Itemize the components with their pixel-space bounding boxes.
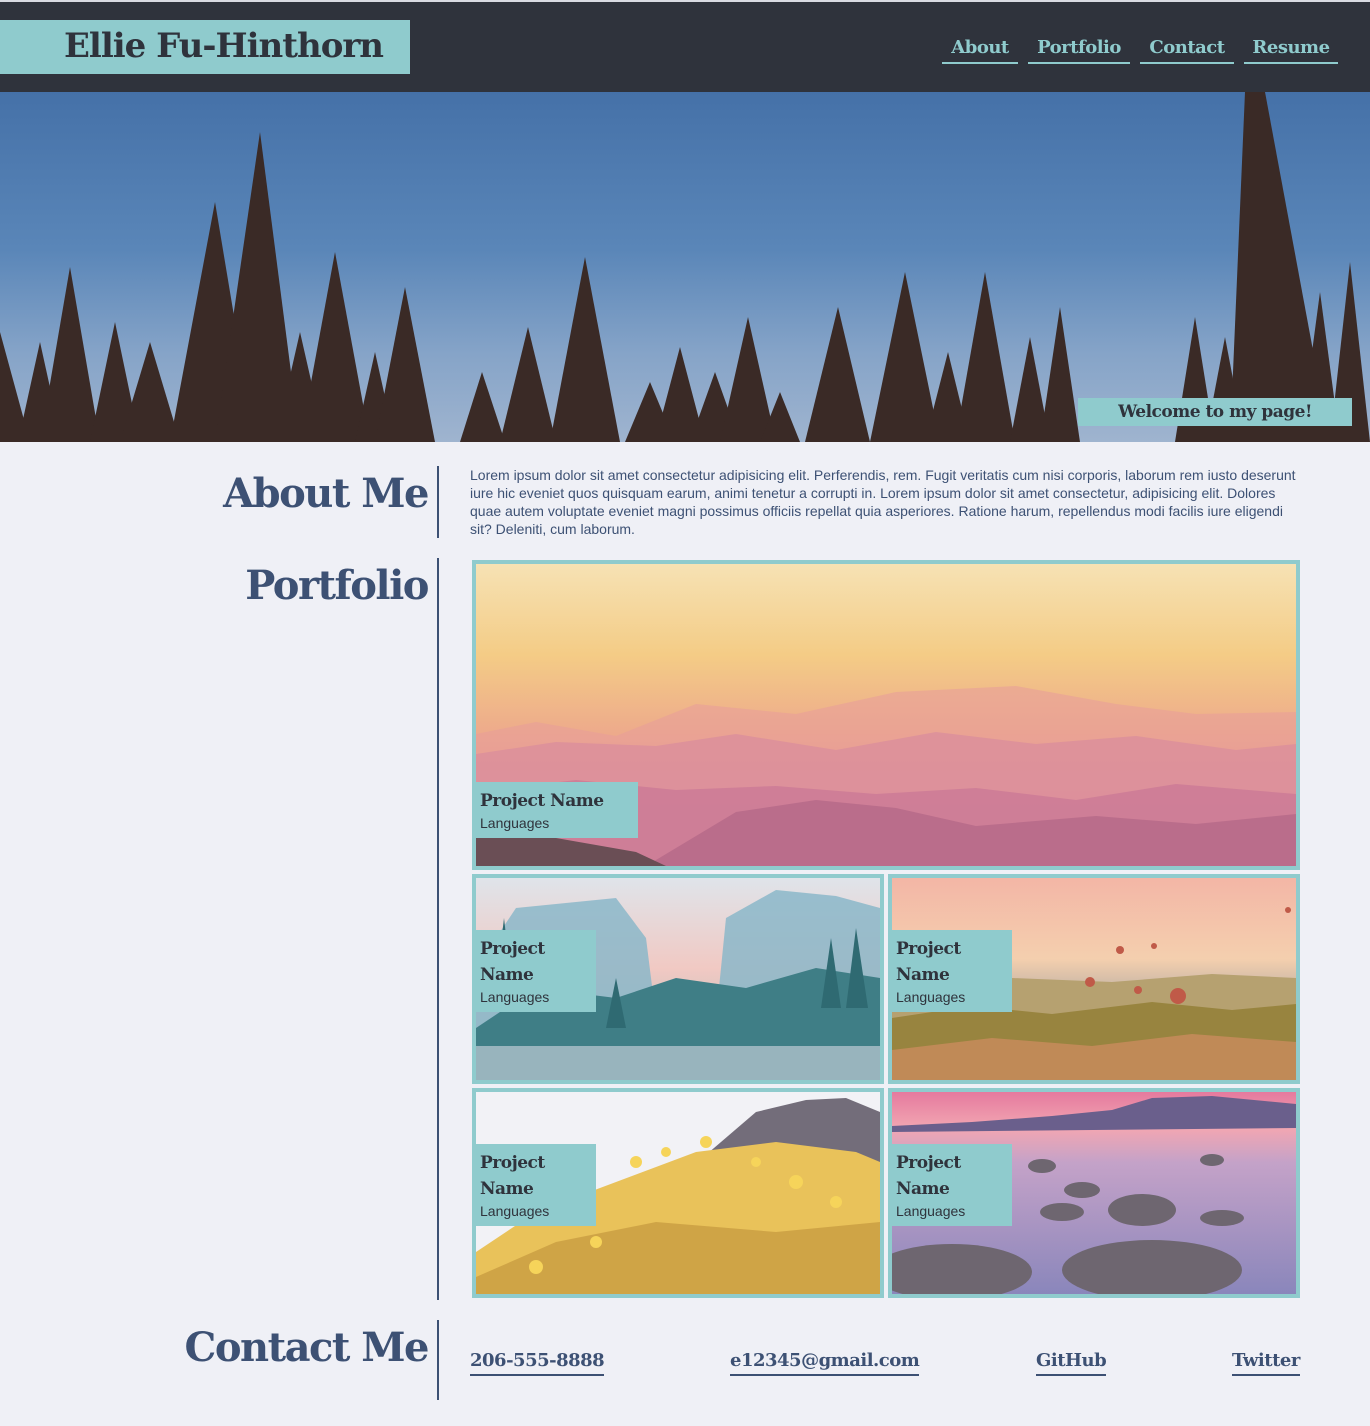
contact-phone-link[interactable]: 206-555-8888 [470, 1350, 605, 1376]
portfolio-divider [437, 558, 439, 1300]
project-name: Project Name [896, 1153, 961, 1199]
project-name: Project Name [480, 939, 545, 985]
nav-link-portfolio[interactable]: Portfolio [1028, 36, 1130, 64]
welcome-banner: Welcome to my page! [1078, 398, 1352, 426]
project-name: Project Name [480, 1153, 545, 1199]
project-name: Project Name [896, 939, 961, 985]
project-label-4: Project Name Languages [476, 1144, 596, 1226]
nav-link-resume[interactable]: Resume [1244, 36, 1338, 64]
nav-about-label: About [951, 37, 1009, 58]
project-card-5[interactable]: Project Name Languages [888, 1088, 1300, 1298]
project-name: Project Name [480, 791, 604, 811]
contact-title: Contact Me [184, 1324, 430, 1371]
project-languages: Languages [480, 815, 550, 831]
site-name: Ellie Fu-Hinthorn [64, 26, 384, 66]
project-card-1[interactable]: Project Name Languages [472, 560, 1300, 870]
project-card-2[interactable]: Project Name Languages [472, 874, 884, 1084]
contact-github-link[interactable]: GitHub [1036, 1350, 1107, 1376]
project-label-3: Project Name Languages [892, 930, 1012, 1012]
nav-contact-label: Contact [1149, 37, 1225, 58]
nav-resume-label: Resume [1252, 37, 1330, 58]
hero-banner: Welcome to my page! [0, 92, 1370, 442]
pine-forest-image [0, 92, 1370, 442]
contact-email-link[interactable]: e12345@gmail.com [730, 1350, 920, 1376]
site-header: Ellie Fu-Hinthorn About Portfolio Contac… [0, 2, 1370, 92]
about-title: About Me [223, 470, 429, 517]
contact-divider [437, 1320, 439, 1400]
about-divider [437, 466, 439, 538]
project-languages: Languages [896, 1203, 966, 1219]
project-label-2: Project Name Languages [476, 930, 596, 1012]
contact-twitter-link[interactable]: Twitter [1232, 1350, 1300, 1376]
nav-link-contact[interactable]: Contact [1140, 36, 1234, 64]
nav-link-about[interactable]: About [942, 36, 1018, 64]
project-card-4[interactable]: Project Name Languages [472, 1088, 884, 1298]
project-languages: Languages [480, 989, 550, 1005]
project-languages: Languages [896, 989, 966, 1005]
nav-portfolio-label: Portfolio [1037, 37, 1121, 58]
brand-block: Ellie Fu-Hinthorn [0, 20, 410, 74]
project-card-3[interactable]: Project Name Languages [888, 874, 1300, 1084]
project-label-5: Project Name Languages [892, 1144, 1012, 1226]
project-label-1: Project Name Languages [476, 782, 638, 838]
portfolio-title: Portfolio [245, 562, 429, 609]
project-languages: Languages [480, 1203, 550, 1219]
about-text: Lorem ipsum dolor sit amet consectetur a… [470, 467, 1296, 537]
